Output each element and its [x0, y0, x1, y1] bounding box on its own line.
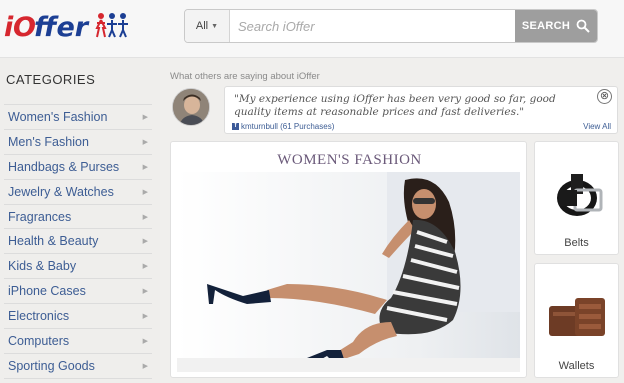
model-illustration — [177, 172, 520, 372]
category-item-jewelry-watches[interactable]: Jewelry & Watches ▶ — [4, 180, 152, 205]
search-bar: All ▼ SEARCH — [184, 9, 598, 43]
avatar — [172, 88, 210, 126]
testimonial-quote: "My experience using iOffer has been ver… — [234, 93, 556, 118]
category-item-health-beauty[interactable]: Health & Beauty ▶ — [4, 229, 152, 255]
wallets-tile[interactable]: Wallets — [534, 263, 619, 378]
chevron-right-icon: ▶ — [142, 337, 148, 345]
close-icon[interactable]: ⊗ — [597, 89, 612, 104]
categories-sidebar: CATEGORIES Women's Fashion ▶ Men's Fashio… — [0, 58, 160, 383]
chevron-right-icon: ▶ — [142, 263, 148, 271]
category-label: Jewelry & Watches — [8, 184, 114, 199]
header: i O ffer All ▼ SEARCH — [0, 0, 624, 58]
promo-photo — [177, 172, 520, 372]
search-category-label: All — [195, 20, 209, 32]
promo-title: WOMEN'S FASHION — [277, 152, 422, 168]
svg-text:O: O — [13, 12, 36, 43]
wallet-icon — [549, 298, 605, 336]
chevron-right-icon: ▶ — [142, 213, 148, 221]
testimonial-user: kmturnbull (61 Purchases) — [241, 122, 335, 131]
category-item-mens-fashion[interactable]: Men's Fashion ▶ — [4, 130, 152, 155]
caret-down-icon: ▼ — [211, 22, 219, 30]
category-item-sporting-goods[interactable]: Sporting Goods ▶ — [4, 354, 152, 379]
chevron-right-icon: ▶ — [142, 163, 148, 171]
category-item-fragrances[interactable]: Fragrances ▶ — [4, 205, 152, 230]
category-item-computers[interactable]: Computers ▶ — [4, 329, 152, 354]
belts-label: Belts — [564, 237, 589, 249]
people-icon — [95, 13, 128, 38]
chevron-right-icon: ▶ — [142, 313, 148, 321]
search-button-label: SEARCH — [521, 20, 571, 32]
search-icon — [576, 19, 590, 33]
svg-text:ffer: ffer — [34, 12, 90, 43]
chevron-right-icon: ▶ — [142, 188, 148, 196]
testimonial-card: "My experience using iOffer has been ver… — [224, 86, 618, 134]
womens-fashion-banner[interactable]: WOMEN'S FASHION — [170, 141, 527, 378]
chevron-right-icon: ▶ — [142, 288, 148, 296]
belt-icon — [557, 174, 603, 216]
search-input[interactable] — [230, 10, 515, 42]
category-label: Men's Fashion — [8, 134, 89, 149]
chevron-right-icon: ▶ — [142, 138, 148, 146]
chevron-right-icon: ▶ — [142, 238, 148, 246]
search-button[interactable]: SEARCH — [515, 10, 597, 42]
testimonial-user-link[interactable]: f kmturnbull (61 Purchases) — [232, 122, 334, 131]
category-label: Fragrances — [8, 209, 72, 224]
chevron-right-icon: ▶ — [142, 362, 148, 370]
category-item-handbags-purses[interactable]: Handbags & Purses ▶ — [4, 155, 152, 180]
category-item-electronics[interactable]: Electronics ▶ — [4, 304, 152, 330]
category-item-kids-baby[interactable]: Kids & Baby ▶ — [4, 254, 152, 280]
category-label: Sporting Goods — [8, 358, 95, 373]
category-label: Electronics — [8, 309, 70, 324]
logo-graphic: i O ffer — [4, 12, 128, 43]
category-label: Handbags & Purses — [8, 159, 120, 174]
category-label: Health & Beauty — [8, 234, 99, 249]
category-item-womens-fashion[interactable]: Women's Fashion ▶ — [4, 105, 152, 130]
ioffer-logo[interactable]: i O ffer — [4, 6, 131, 46]
chevron-right-icon: ▶ — [142, 113, 148, 121]
category-label: Computers — [8, 333, 70, 348]
category-label: Women's Fashion — [8, 109, 108, 124]
testimonial-heading: What others are saying about iOffer — [170, 71, 320, 82]
belts-tile[interactable]: Belts — [534, 141, 619, 255]
facebook-icon: f — [232, 123, 239, 130]
categories-title: CATEGORIES — [6, 72, 96, 87]
category-label: Kids & Baby — [8, 259, 77, 274]
category-label: iPhone Cases — [8, 284, 86, 299]
view-all-link[interactable]: View All — [583, 122, 611, 131]
wallets-label: Wallets — [558, 360, 595, 372]
category-item-iphone-cases[interactable]: iPhone Cases ▶ — [4, 279, 152, 305]
search-category-select[interactable]: All ▼ — [185, 10, 230, 42]
category-list: Women's Fashion ▶ Men's Fashion ▶ Handbags… — [4, 104, 152, 379]
user-photo — [173, 89, 209, 125]
